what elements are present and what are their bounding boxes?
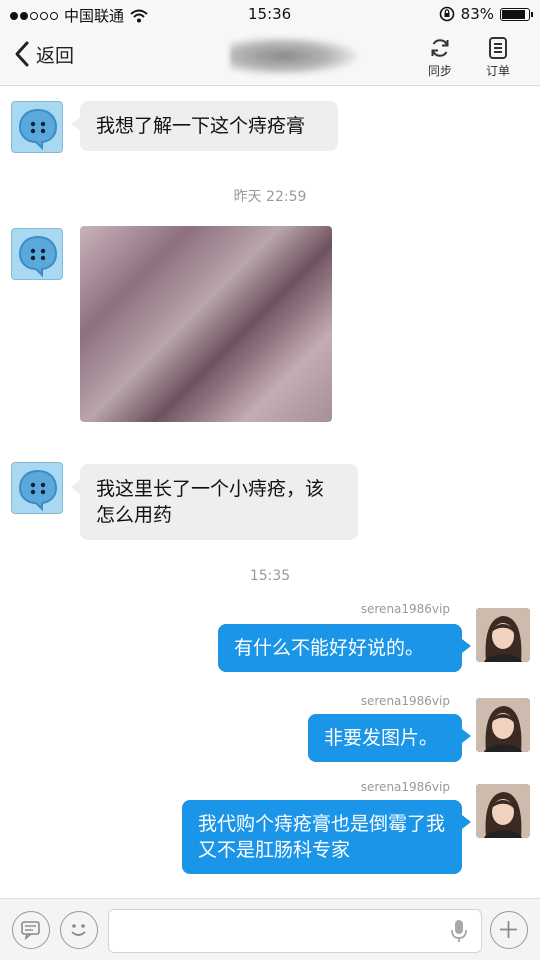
order-label: 订单 xyxy=(485,64,510,78)
incoming-message[interactable]: 我想了解一下这个痔疮膏 xyxy=(71,101,338,151)
rotation-lock-icon xyxy=(439,6,454,22)
more-options-button[interactable] xyxy=(490,911,528,949)
sync-label: 同步 xyxy=(427,64,452,78)
message-input[interactable] xyxy=(108,909,482,953)
signal-strength-icon xyxy=(10,11,58,20)
order-button[interactable]: 订单 xyxy=(478,36,518,79)
status-bar: 中国联通 15:36 83% xyxy=(0,0,540,30)
user-avatar[interactable] xyxy=(476,698,530,752)
back-button[interactable]: 返回 xyxy=(14,40,74,68)
emoji-button[interactable] xyxy=(60,911,98,949)
sender-name: serena1986vip xyxy=(360,780,450,794)
contact-avatar[interactable] xyxy=(11,462,63,514)
image-message-redacted[interactable] xyxy=(80,226,332,422)
status-right: 83% xyxy=(439,5,533,23)
microphone-icon[interactable] xyxy=(449,918,469,944)
message-timestamp: 15:35 xyxy=(249,568,291,584)
user-avatar[interactable] xyxy=(476,784,530,838)
sync-icon xyxy=(431,39,449,57)
outgoing-message[interactable]: 有什么不能好好说的。 xyxy=(218,624,471,672)
status-left: 中国联通 xyxy=(10,5,148,26)
sender-name: serena1986vip xyxy=(360,694,450,708)
order-icon xyxy=(489,37,507,59)
sync-button[interactable]: 同步 xyxy=(420,36,460,79)
chat-thread[interactable]: 我想了解一下这个痔疮膏 昨天 22:59 我这里长了一个小痔疮，该怎么用药 15… xyxy=(0,86,540,898)
nav-bar: 返回 同步 订单 xyxy=(0,30,540,86)
quick-reply-button[interactable] xyxy=(12,911,50,949)
outgoing-message[interactable]: 我代购个痔疮膏也是倒霉了我又不是肛肠科专家 xyxy=(182,800,471,874)
smiley-icon xyxy=(71,924,86,936)
clock: 15:36 xyxy=(248,5,292,23)
plus-icon xyxy=(500,921,517,938)
message-timestamp: 昨天 22:59 xyxy=(233,189,307,205)
chat-title-redacted xyxy=(230,36,360,76)
contact-avatar[interactable] xyxy=(11,101,63,153)
user-avatar[interactable] xyxy=(476,608,530,662)
contact-avatar[interactable] xyxy=(11,228,63,280)
battery-icon xyxy=(500,7,533,21)
battery-percent: 83% xyxy=(460,5,494,23)
input-bar xyxy=(0,898,540,960)
outgoing-message[interactable]: 非要发图片。 xyxy=(308,714,471,762)
sender-name: serena1986vip xyxy=(360,602,450,616)
back-label: 返回 xyxy=(36,44,75,67)
wifi-icon xyxy=(130,9,148,22)
carrier-label: 中国联通 xyxy=(64,7,125,25)
chevron-left-icon xyxy=(15,41,29,67)
message-icon xyxy=(21,921,40,941)
incoming-message[interactable]: 我这里长了一个小痔疮，该怎么用药 xyxy=(71,464,358,540)
